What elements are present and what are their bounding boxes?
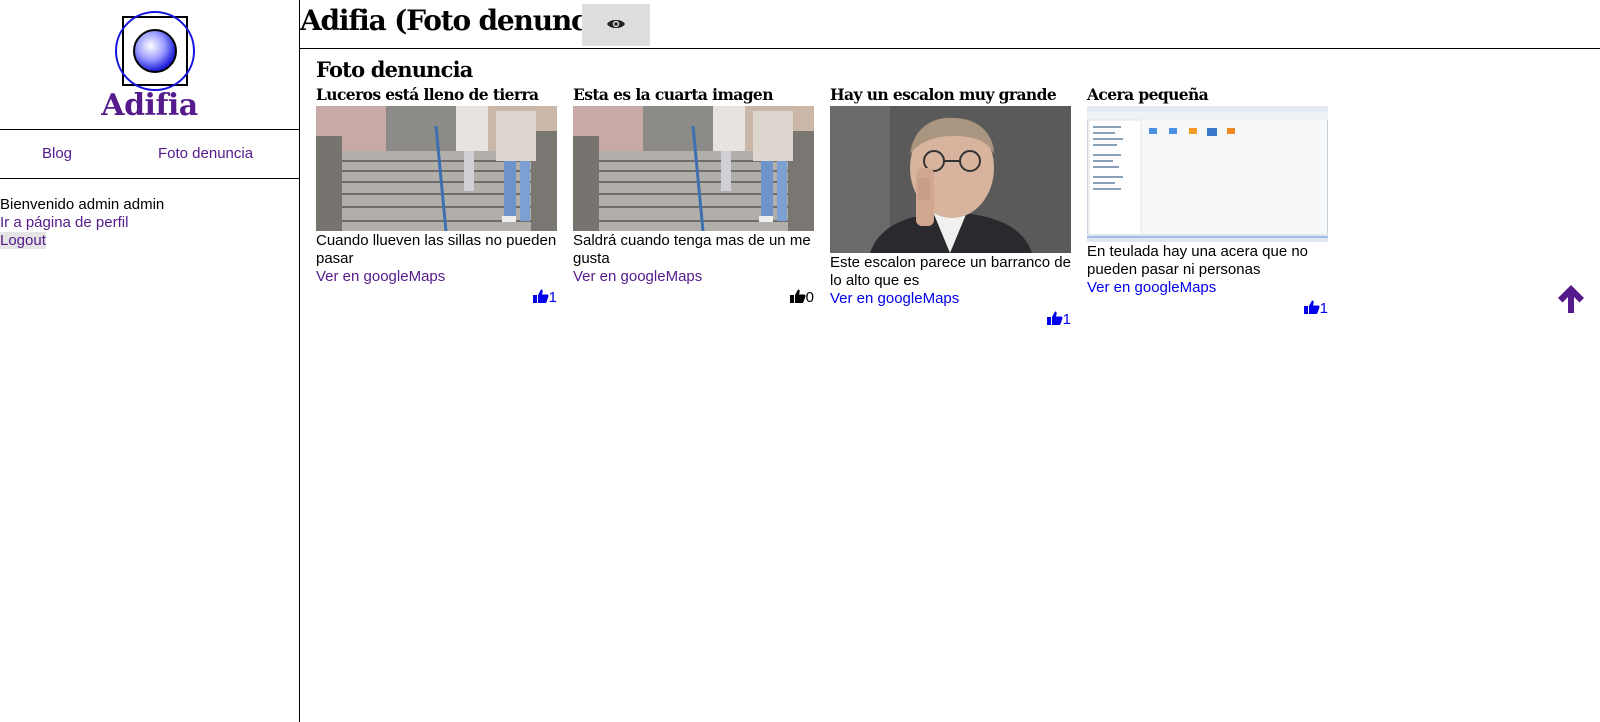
like-button[interactable]: 1: [1087, 299, 1328, 319]
logout-link[interactable]: Logout: [0, 232, 46, 249]
google-maps-link[interactable]: Ver en googleMaps: [830, 290, 959, 307]
header: Adifia (Foto denuncia): [300, 0, 1600, 49]
sphere-logo-icon[interactable]: [114, 10, 196, 92]
profile-link[interactable]: Ir a página de perfil: [0, 214, 128, 231]
report-card: Esta es la cuarta imagen Saldrá cuando t…: [573, 85, 814, 308]
card-title: Esta es la cuarta imagen: [573, 85, 773, 104]
card-title: Acera pequeña: [1087, 85, 1209, 104]
portrait-photo[interactable]: [830, 106, 1071, 253]
report-card: Luceros está lleno de tierra Cuando llue…: [316, 85, 557, 308]
google-maps-link[interactable]: Ver en googleMaps: [1087, 279, 1216, 296]
welcome-text: Bienvenido admin admin: [0, 196, 165, 213]
eye-icon: [607, 19, 625, 28]
stairs-photo[interactable]: [316, 106, 557, 231]
card-description: Este escalon parece un barranco de lo al…: [830, 254, 1071, 289]
section-title: Foto denuncia: [316, 57, 473, 82]
card-description: En teulada hay una acera que no pueden p…: [1087, 243, 1309, 278]
card-description: Saldrá cuando tenga mas de un me gusta: [573, 232, 811, 267]
card-title: Luceros está lleno de tierra: [316, 85, 539, 104]
site-name[interactable]: Adifia: [0, 88, 299, 123]
like-count: 1: [1319, 300, 1328, 317]
google-maps-link[interactable]: Ver en googleMaps: [573, 268, 702, 285]
like-count: 1: [548, 289, 557, 306]
card-title: Hay un escalon muy grande: [830, 85, 1057, 104]
like-button[interactable]: 1: [830, 310, 1071, 330]
arrow-up-icon[interactable]: [1556, 283, 1586, 315]
nav-blog-link[interactable]: Blog: [42, 145, 72, 162]
stairs-photo[interactable]: [573, 106, 814, 231]
thumbs-up-icon: [532, 289, 549, 303]
toggle-view-button[interactable]: [582, 4, 650, 46]
like-count: 1: [1062, 311, 1071, 328]
nav-foto-denuncia-link[interactable]: Foto denuncia: [158, 145, 253, 162]
logo-area: Adifia: [0, 0, 299, 130]
like-button[interactable]: 0: [573, 288, 814, 308]
like-count: 0: [805, 289, 814, 306]
google-maps-link[interactable]: Ver en googleMaps: [316, 268, 445, 285]
user-box: Bienvenido admin admin Ir a página de pe…: [0, 179, 299, 250]
thumbs-up-icon: [789, 289, 806, 303]
report-card: Acera pequeña En teulada hay una acera q…: [1087, 85, 1328, 319]
like-button[interactable]: 1: [316, 288, 557, 308]
main-nav: Blog Foto denuncia: [0, 130, 299, 179]
report-card: Hay un escalon muy grande Este escalon p…: [830, 85, 1071, 330]
sidebar: Adifia Blog Foto denuncia Bienvenido adm…: [0, 0, 300, 722]
thumbs-up-icon: [1303, 300, 1320, 314]
card-description: Cuando llueven las sillas no pueden pasa…: [316, 232, 557, 267]
file-manager-screenshot[interactable]: [1087, 106, 1328, 242]
page-title: Adifia (Foto denuncia): [300, 4, 626, 37]
thumbs-up-icon: [1046, 311, 1063, 325]
